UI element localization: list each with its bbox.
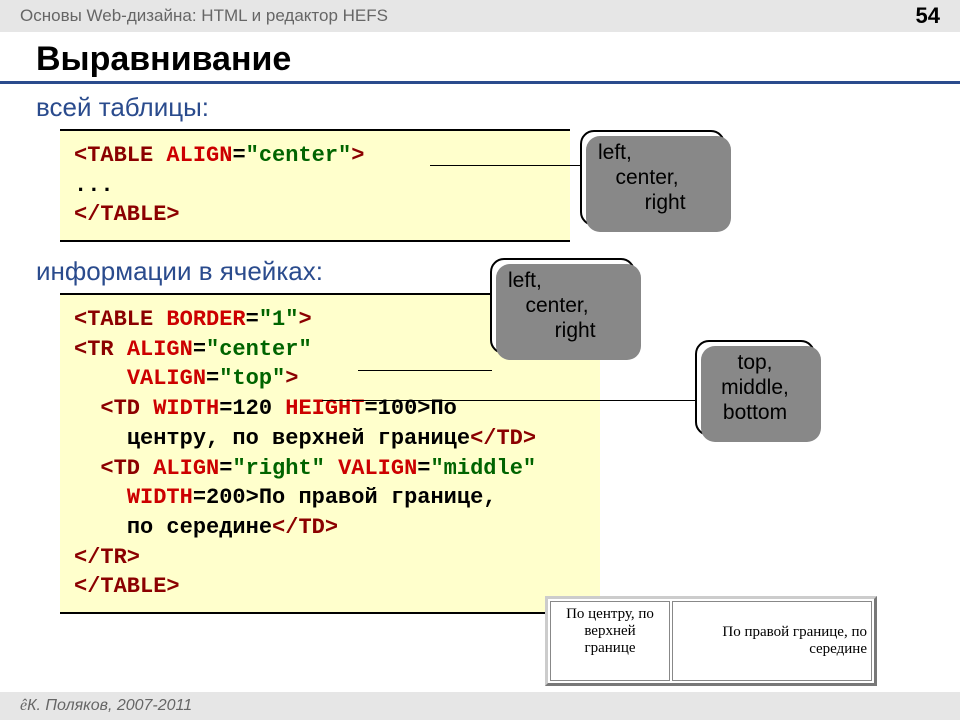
subtitle-2: информации в ячейках:	[0, 256, 960, 287]
subtitle-1: всей таблицы:	[0, 92, 960, 123]
demo-table: По центру, по верхней границе По правой …	[545, 596, 877, 686]
pointer-2	[358, 370, 492, 371]
footer-bar: ê К. Поляков, 2007-2011	[0, 692, 960, 720]
footer-glyph: ê	[20, 697, 27, 715]
demo-row: По центру, по верхней границе По правой …	[550, 601, 872, 681]
callout-valign: top, middle, bottom	[695, 340, 815, 436]
pointer-1	[430, 165, 590, 166]
slide-title: Выравнивание	[0, 32, 960, 84]
header-bar: Основы Web-дизайна: HTML и редактор HEFS…	[0, 0, 960, 32]
pointer-3	[322, 400, 702, 401]
page-number: 54	[916, 3, 940, 29]
course-title: Основы Web-дизайна: HTML и редактор HEFS	[20, 6, 388, 26]
callout-align-1: left, center, right	[580, 130, 725, 226]
demo-cell-1: По центру, по верхней границе	[550, 601, 670, 681]
code-block-1: <TABLE ALIGN="center"> ... </TABLE>	[60, 129, 570, 242]
footer-author: К. Поляков, 2007-2011	[27, 697, 192, 715]
callout-align-2: left, center, right	[490, 258, 635, 354]
demo-cell-2: По правой границе, по середине	[672, 601, 872, 681]
